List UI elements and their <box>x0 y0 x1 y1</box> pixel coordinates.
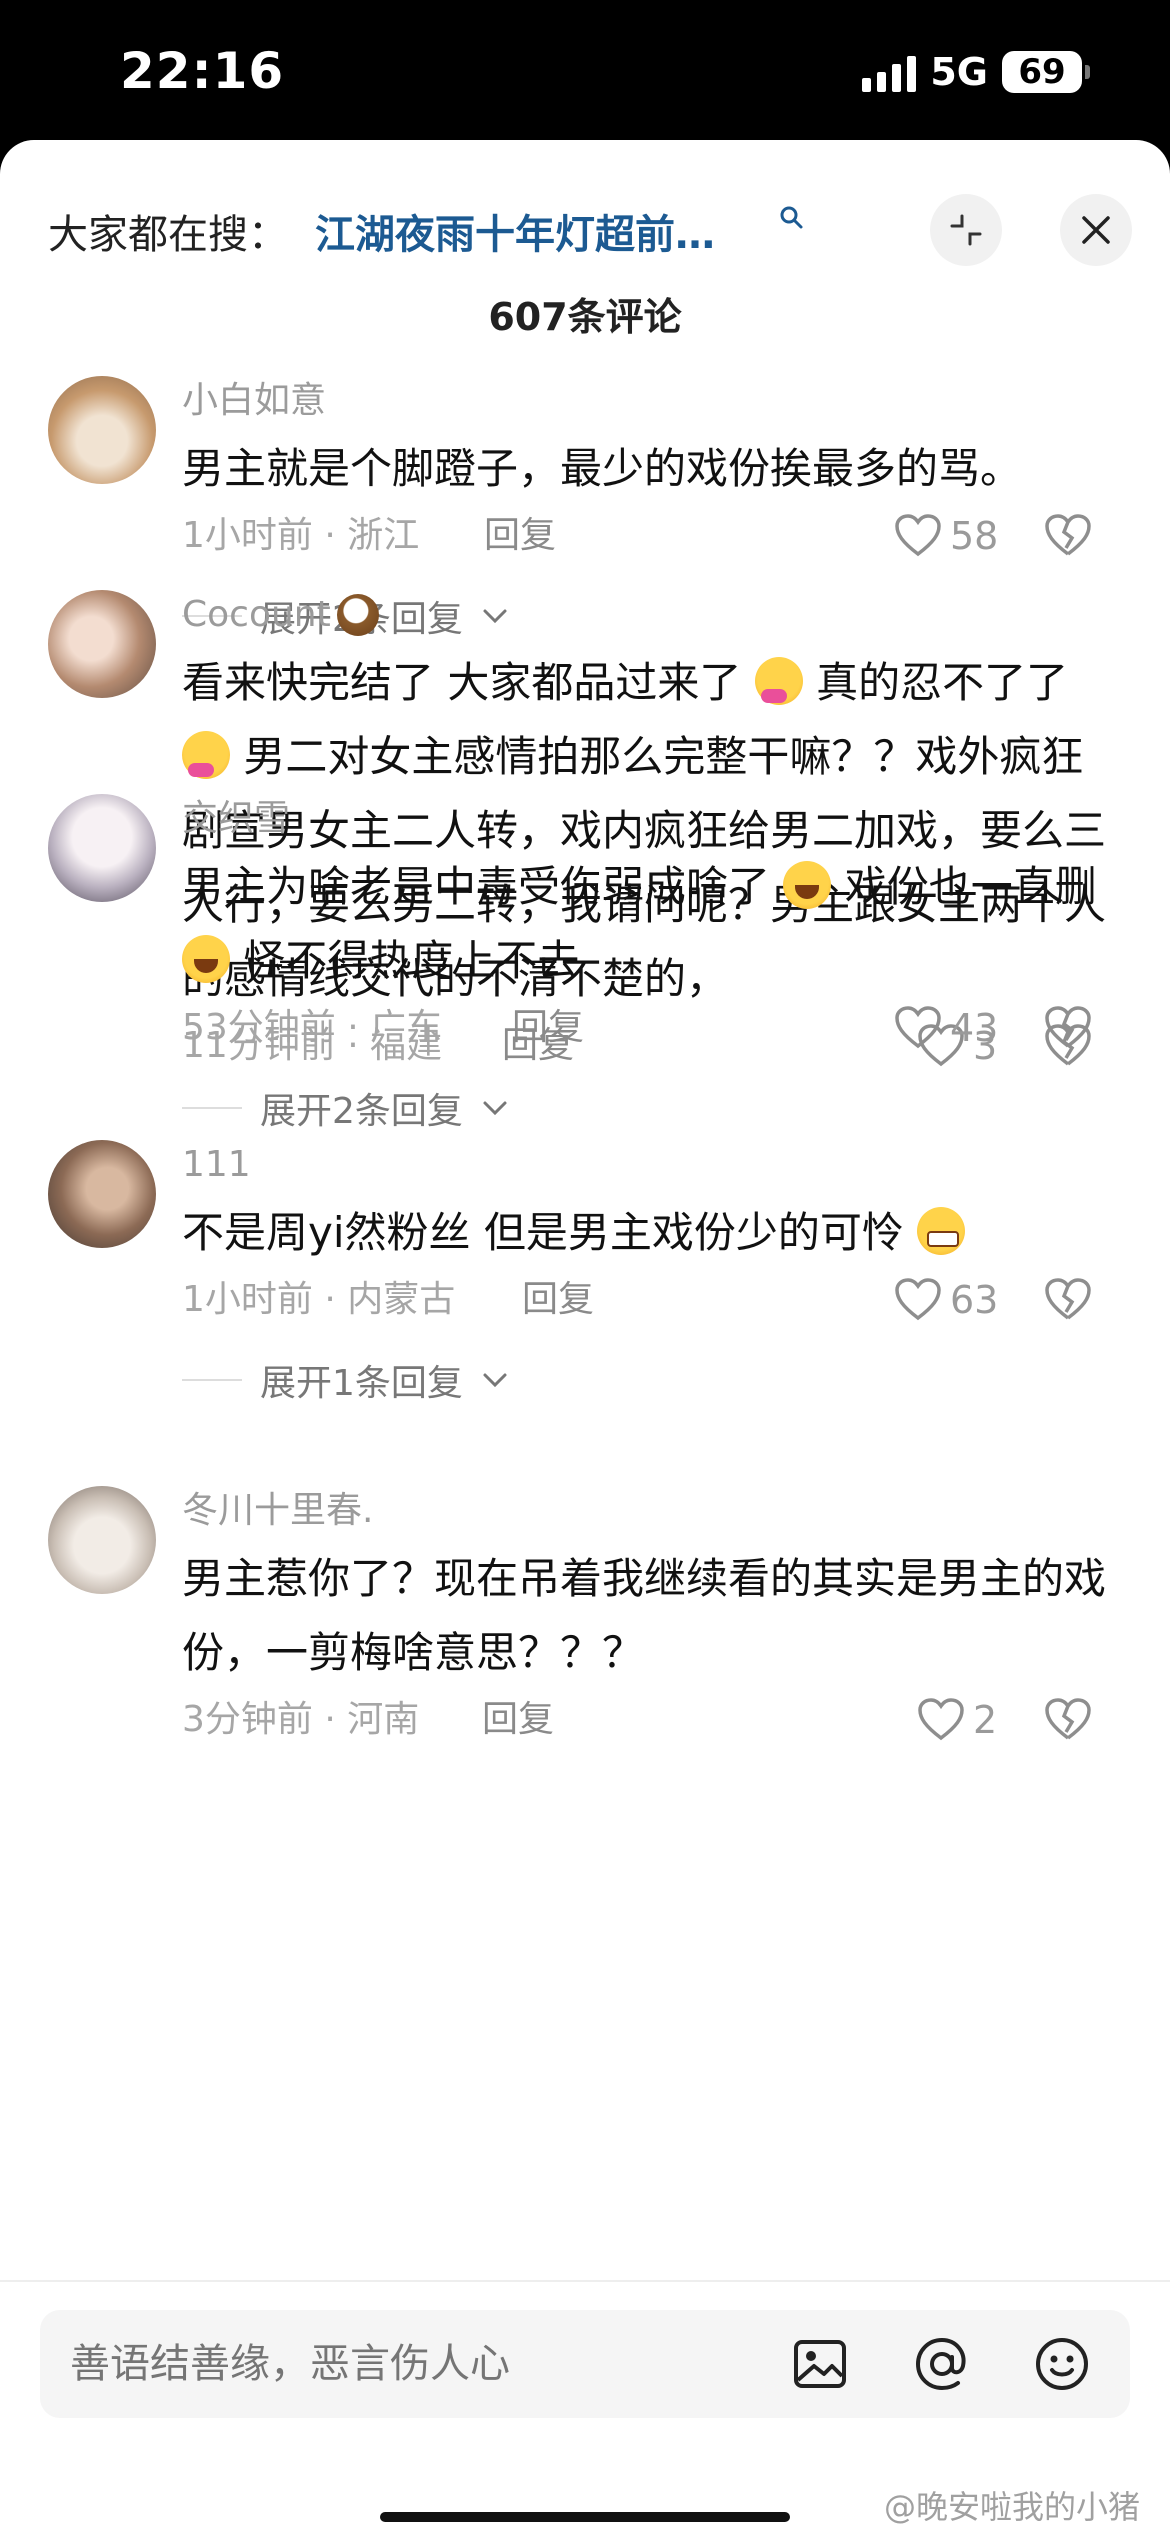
like-count: 2 <box>973 1698 998 1742</box>
at-icon <box>915 2337 966 2391</box>
comment-text: 男主为啥老是中毒受伤弱成啥了 戏份也一直删 怪不得热度上不去 <box>182 850 1122 998</box>
comment-username[interactable]: 小白如意 <box>182 376 1122 426</box>
divider <box>0 2280 1170 2282</box>
comment-sheet: 大家都在搜： 江湖夜雨十年灯超前… 607条评论 小白如意 男主就是个脚蹬子，最… <box>0 140 1170 2532</box>
status-indicators: 5G 69 <box>862 50 1090 94</box>
reply-button[interactable]: 回复 <box>522 1270 594 1330</box>
comment-text: 不是周yi然粉丝 但是男主戏份少的可怜 <box>182 1196 1122 1270</box>
broken-heart-icon[interactable] <box>1044 1006 1092 1050</box>
emoji-button[interactable] <box>1032 2334 1092 2394</box>
status-bar: 22:16 5G 69 <box>0 0 1170 140</box>
network-type: 5G <box>930 50 988 94</box>
avatar[interactable] <box>48 376 156 484</box>
comment-text: 男主惹你了？现在吊着我继续看的其实是男主的戏份，一剪梅啥意思？？？ <box>182 1554 1107 1677</box>
close-icon <box>1082 216 1110 244</box>
avatar[interactable] <box>48 590 156 698</box>
reply-button[interactable]: 回复 <box>512 998 584 1058</box>
like-count: 43 <box>950 1006 999 1050</box>
chevron-down-icon <box>483 1101 507 1116</box>
like-button[interactable]: 43 <box>894 998 998 1058</box>
like-count: 58 <box>950 514 999 558</box>
comment-text-part: 不是周yi然粉丝 但是男主戏份少的可怜 <box>182 1208 904 1257</box>
avatar[interactable] <box>48 794 156 902</box>
comment-text-part: 男主为啥老是中毒受伤弱成啥了 <box>182 862 771 911</box>
comment-username[interactable]: 冬川十里春. <box>182 1486 1122 1536</box>
comment-text-part: 看来快完结了 大家都品过来了 <box>182 658 742 707</box>
comment-input-bar <box>40 2310 1130 2418</box>
heart-icon <box>895 1278 941 1321</box>
like-button[interactable]: 63 <box>894 1270 998 1330</box>
comment-username[interactable]: Cocount <box>182 590 331 640</box>
expand-replies-button[interactable]: 展开1条回复 <box>182 1350 1122 1410</box>
search-suggestion-row: 大家都在搜： 江湖夜雨十年灯超前… <box>0 176 1170 276</box>
like-button[interactable]: 2 <box>917 1690 997 1750</box>
comment-username[interactable]: 交织雪 <box>182 794 1122 844</box>
comment-username[interactable]: 111 <box>182 1140 1122 1190</box>
comment-count: 607条评论 <box>488 295 682 339</box>
collapse-button[interactable] <box>930 194 1002 266</box>
comment-time-location: 3分钟前 · 河南 <box>182 1699 420 1740</box>
coconut-icon <box>336 594 379 636</box>
image-button[interactable] <box>790 2334 850 2394</box>
close-button[interactable] <box>1060 194 1132 266</box>
signal-icon <box>862 52 917 92</box>
emoji-icon <box>1036 2338 1088 2390</box>
search-prefix: 大家都在搜： <box>48 212 288 258</box>
heart-icon <box>895 514 941 557</box>
expand-replies-button[interactable]: 展开2条回复 <box>182 1078 1122 1138</box>
battery-level: 69 <box>1002 51 1082 93</box>
comment-time-location: 1小时前 · 浙江 <box>182 515 420 556</box>
heart-icon <box>918 1698 964 1741</box>
heart-icon <box>895 1006 941 1049</box>
chevron-down-icon <box>483 1373 507 1388</box>
like-count: 63 <box>950 1278 999 1322</box>
watermark: @晚安啦我的小猪 <box>883 2488 1140 2526</box>
hug-emoji-icon <box>754 657 803 705</box>
avatar[interactable] <box>48 1486 156 1594</box>
comment-text: 男主就是个脚蹬子，最少的戏份挨最多的骂。 <box>182 444 1023 493</box>
expand-replies-label: 展开2条回复 <box>260 1091 463 1132</box>
image-icon <box>794 2340 846 2388</box>
comment-text-part: 真的忍不了了 <box>816 658 1069 707</box>
broken-heart-icon[interactable] <box>1044 1278 1092 1322</box>
crying-emoji-icon <box>182 935 230 983</box>
crying-emoji-icon <box>783 861 832 909</box>
collapse-icon <box>950 214 982 246</box>
mention-button[interactable] <box>912 2334 972 2394</box>
comment-time-location: 1小时前 · 内蒙古 <box>182 1279 456 1320</box>
status-time: 22:16 <box>120 42 285 100</box>
like-button[interactable]: 58 <box>894 506 998 566</box>
comment-time-location: 53分钟前 · 广东 <box>182 1007 443 1048</box>
broken-heart-icon[interactable] <box>1044 514 1092 558</box>
grinning-sweat-emoji-icon <box>917 1207 966 1255</box>
comment-text-part: 怪不得热度上不去 <box>243 936 580 985</box>
expand-replies-label: 展开1条回复 <box>260 1363 463 1404</box>
reply-button[interactable]: 回复 <box>482 1690 554 1750</box>
broken-heart-icon[interactable] <box>1044 1698 1092 1742</box>
avatar[interactable] <box>48 1140 156 1248</box>
hug-emoji-icon <box>182 731 230 779</box>
comment-username-row: Cocount <box>182 590 1122 640</box>
reply-button[interactable]: 回复 <box>484 506 556 566</box>
comment-text-part: 戏份也一直删 <box>844 862 1097 911</box>
search-icon[interactable] <box>778 204 806 232</box>
comment-input[interactable] <box>70 2330 770 2398</box>
battery-icon: 69 <box>1002 51 1090 93</box>
home-indicator[interactable] <box>380 2512 790 2522</box>
search-suggestion-link[interactable]: 江湖夜雨十年灯超前… <box>315 202 715 260</box>
